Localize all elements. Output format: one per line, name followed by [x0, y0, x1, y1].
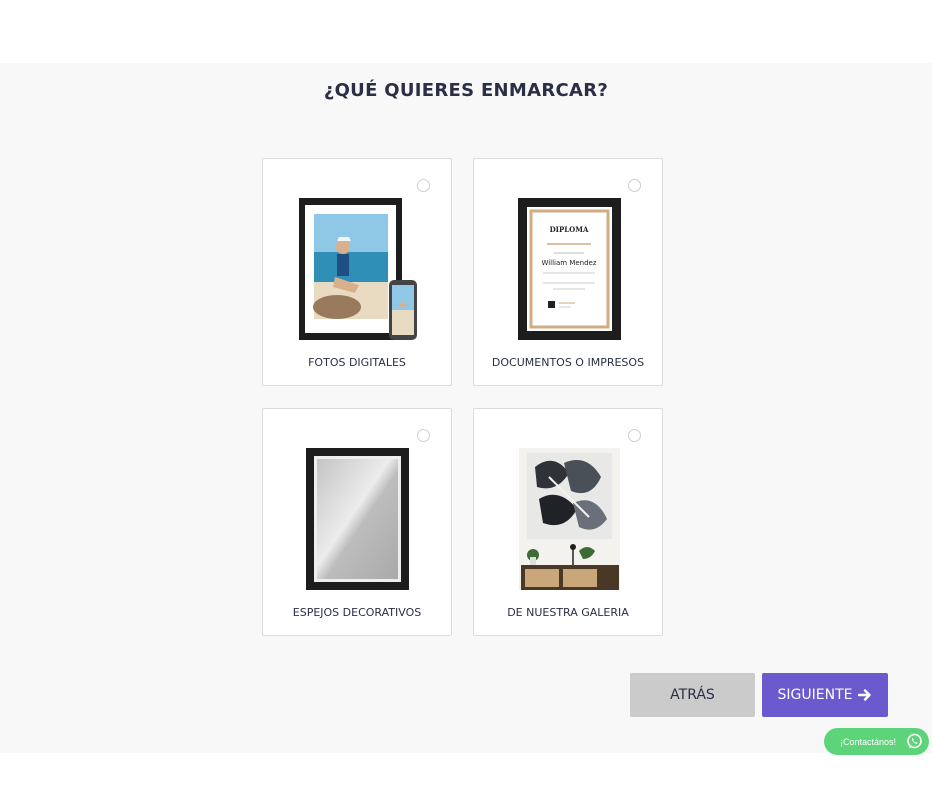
- whatsapp-contact-button[interactable]: ¡Contactános!: [824, 728, 929, 755]
- option-radio[interactable]: [628, 179, 641, 192]
- mirror-frame-image: [306, 448, 409, 590]
- option-card-documentos[interactable]: DIPLOMA William Mendez DOCUMENTOS O IMPR…: [473, 158, 663, 386]
- diploma-frame-image: DIPLOMA William Mendez: [518, 198, 621, 340]
- contact-label: ¡Contactános!: [839, 736, 896, 747]
- option-label: DE NUESTRA GALERIA: [507, 606, 629, 619]
- back-button-label: ATRÁS: [670, 687, 715, 703]
- back-button[interactable]: ATRÁS: [630, 673, 755, 717]
- option-radio[interactable]: [417, 179, 430, 192]
- whatsapp-icon: [907, 733, 922, 749]
- page-title: ¿QUÉ QUIERES ENMARCAR?: [323, 80, 609, 101]
- option-card-fotos-digitales[interactable]: FOTOS DIGITALES: [262, 158, 452, 386]
- option-radio[interactable]: [417, 429, 430, 442]
- next-button[interactable]: SIGUIENTE: [762, 673, 888, 717]
- arrow-right-icon: [858, 689, 872, 701]
- option-label: FOTOS DIGITALES: [308, 356, 406, 369]
- option-card-espejos[interactable]: ESPEJOS DECORATIVOS: [262, 408, 452, 636]
- photo-frame-image: [299, 198, 417, 340]
- content-panel: [0, 63, 932, 753]
- option-card-galeria[interactable]: DE NUESTRA GALERIA: [473, 408, 663, 636]
- next-button-label: SIGUIENTE: [777, 687, 853, 703]
- diploma-name: William Mendez: [541, 259, 596, 267]
- option-label: DOCUMENTOS O IMPRESOS: [491, 356, 645, 369]
- option-radio[interactable]: [628, 429, 641, 442]
- option-label: ESPEJOS DECORATIVOS: [292, 606, 422, 619]
- diploma-heading: DIPLOMA: [550, 225, 589, 234]
- gallery-art-image: [519, 448, 620, 590]
